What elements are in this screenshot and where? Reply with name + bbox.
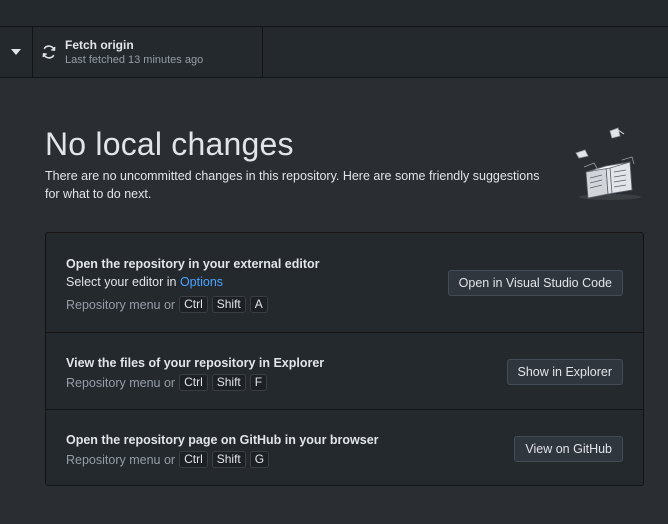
options-link[interactable]: Options — [180, 275, 223, 289]
fetch-origin-button[interactable]: Fetch origin Last fetched 13 minutes ago — [33, 27, 263, 77]
shortcut-prefix: Repository menu or — [66, 375, 176, 390]
suggestion-description: Select your editor in Options — [66, 275, 223, 289]
shortcut-prefix: Repository menu or — [66, 452, 176, 467]
key-shift: Shift — [211, 374, 246, 391]
suggestion-show-in-explorer: View the files of your repository in Exp… — [46, 333, 643, 410]
page-title: No local changes — [45, 126, 294, 162]
fetch-title: Fetch origin — [65, 38, 134, 52]
key-ctrl: Ctrl — [179, 451, 208, 468]
suggestion-title: View the files of your repository in Exp… — [66, 356, 325, 370]
suggestion-title: Open the repository in your external edi… — [66, 257, 320, 271]
view-on-github-button[interactable]: View on GitHub — [514, 436, 623, 462]
key-f: F — [249, 374, 268, 391]
shortcut-prefix: Repository menu or — [66, 297, 176, 312]
suggestion-view-on-github: Open the repository page on GitHub in yo… — [46, 410, 643, 486]
branch-dropdown-toggle[interactable] — [0, 27, 33, 77]
key-g: G — [249, 451, 270, 468]
papers-box-illustration — [575, 127, 641, 200]
show-in-explorer-button[interactable]: Show in Explorer — [506, 359, 623, 385]
fetch-subtitle: Last fetched 13 minutes ago — [65, 54, 204, 66]
sync-icon — [42, 45, 56, 59]
keyboard-shortcut: Repository menu or Ctrl Shift F — [66, 374, 268, 391]
key-shift: Shift — [211, 296, 246, 313]
key-ctrl: Ctrl — [179, 296, 208, 313]
suggestion-open-editor: Open the repository in your external edi… — [46, 233, 643, 333]
key-a: A — [249, 296, 268, 313]
caret-down-icon — [11, 49, 21, 55]
description-text: Select your editor in — [66, 275, 180, 289]
key-ctrl: Ctrl — [179, 374, 208, 391]
suggestions-card: Open the repository in your external edi… — [45, 232, 644, 486]
toolbar: Fetch origin Last fetched 13 minutes ago — [0, 27, 668, 78]
page-description: There are no uncommitted changes in this… — [45, 169, 540, 201]
keyboard-shortcut: Repository menu or Ctrl Shift G — [66, 451, 270, 468]
no-changes-view: No local changes There are no uncommitte… — [0, 78, 668, 524]
title-bar-strip — [0, 0, 668, 27]
keyboard-shortcut: Repository menu or Ctrl Shift A — [66, 296, 268, 313]
suggestion-title: Open the repository page on GitHub in yo… — [66, 433, 379, 447]
open-in-editor-button[interactable]: Open in Visual Studio Code — [447, 270, 623, 296]
key-shift: Shift — [211, 451, 246, 468]
